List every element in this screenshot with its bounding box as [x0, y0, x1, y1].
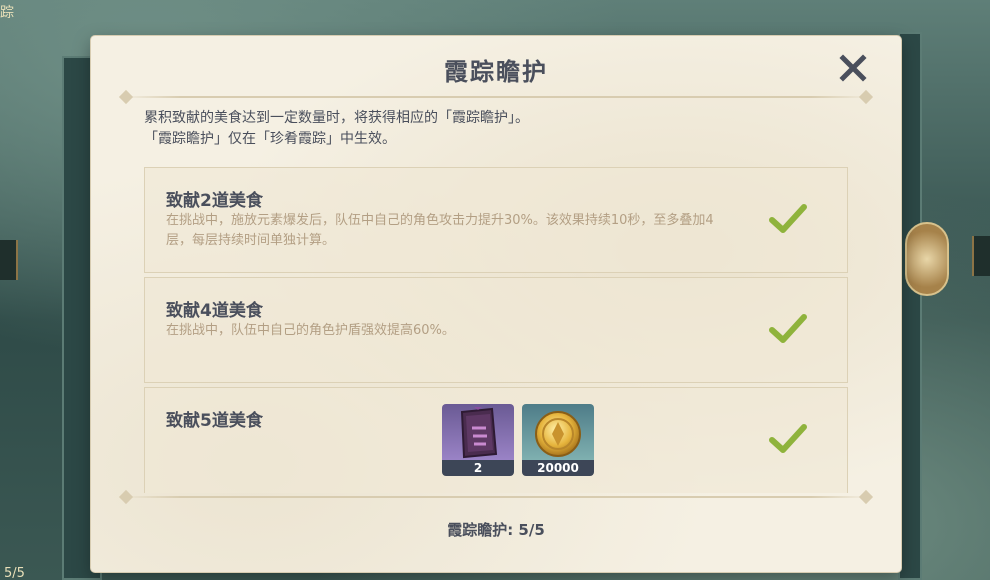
background-medal — [905, 222, 949, 296]
top-divider — [118, 89, 874, 105]
tier-description: 在挑战中，队伍中自己的角色护盾强效提高60%。 — [166, 323, 455, 338]
bottom-divider — [118, 489, 874, 505]
tier-description: 在挑战中，施放元素爆发后，队伍中自己的角色攻击力提升30%。该效果持续10秒，至… — [166, 213, 714, 248]
tier-title: 致献4道美食 — [166, 301, 263, 321]
reward-count: 2 — [442, 460, 514, 476]
tier-list[interactable]: 致献2道美食 在挑战中，施放元素爆发后，队伍中自己的角色攻击力提升30%。该效果… — [144, 167, 848, 493]
check-icon — [769, 204, 807, 233]
tier-title: 致献5道美食 — [166, 411, 263, 431]
check-icon — [769, 424, 807, 453]
background-right-ornament — [972, 236, 990, 276]
background-right-card — [898, 32, 922, 580]
dialog-title: 霞踪瞻护 — [444, 58, 548, 86]
description-line: 「霞踪瞻护」仅在「珍肴霞踪」中生效。 — [144, 131, 396, 147]
buff-dialog: 霞踪瞻护 累积致献的美食达到一定数量时，将获得相应的「霞踪瞻护」。 「霞踪瞻护」… — [91, 36, 901, 572]
reward-count: 20000 — [522, 460, 594, 476]
check-icon — [769, 314, 807, 343]
purple-book-icon — [442, 404, 514, 460]
background-corner-text: 踪 — [0, 5, 14, 21]
progress-counter: 霞踪瞻护: 5/5 — [447, 521, 545, 539]
tier-item: 致献4道美食 在挑战中，队伍中自己的角色护盾强效提高60%。 — [144, 277, 848, 383]
tier-item: 致献5道美食 2 20000 — [144, 387, 848, 493]
tier-item: 致献2道美食 在挑战中，施放元素爆发后，队伍中自己的角色攻击力提升30%。该效果… — [144, 167, 848, 273]
dialog-description: 累积致献的美食达到一定数量时，将获得相应的「霞踪瞻护」。 「霞踪瞻护」仅在「珍肴… — [144, 108, 844, 150]
reward-item-mora[interactable]: 20000 — [522, 404, 594, 476]
reward-item-book[interactable]: 2 — [442, 404, 514, 476]
tier-title: 致献2道美食 — [166, 191, 263, 211]
description-line: 累积致献的美食达到一定数量时，将获得相应的「霞踪瞻护」。 — [144, 110, 529, 126]
close-icon — [839, 54, 867, 82]
mora-coin-icon — [522, 404, 594, 460]
background-bottom-text: 5/5 — [4, 566, 25, 580]
close-button[interactable] — [835, 50, 871, 86]
background-left-ornament — [0, 240, 18, 280]
